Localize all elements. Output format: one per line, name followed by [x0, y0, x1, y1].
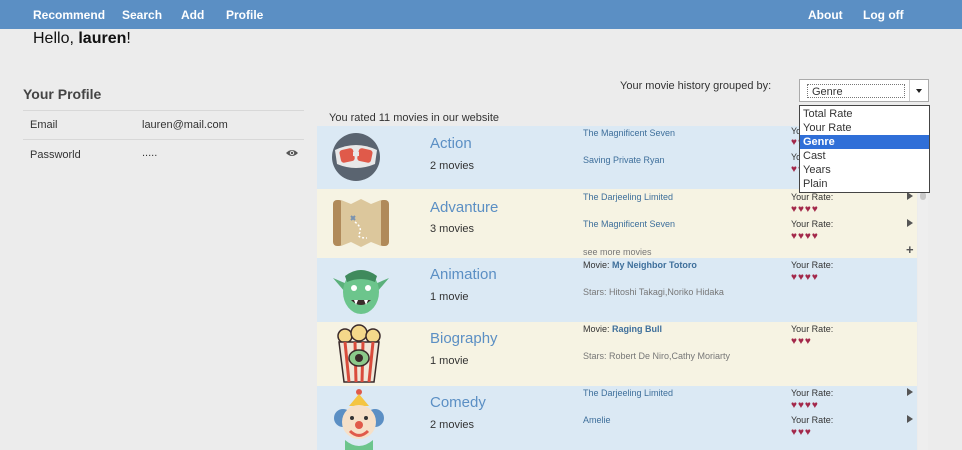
greeting-username: lauren	[78, 30, 127, 47]
genre-title[interactable]: Action	[430, 135, 472, 152]
email-value: lauren@mail.com	[142, 119, 228, 131]
rating-hearts: ♥♥♥♥	[791, 231, 819, 242]
rate-label: Your Rate:	[791, 324, 834, 334]
option-total-rate[interactable]: Total Rate	[800, 107, 929, 121]
movie-count: 1 movie	[430, 355, 469, 367]
superhero-mask-icon	[332, 133, 380, 181]
genre-title[interactable]: Biography	[430, 330, 498, 347]
movie-count: 2 movies	[430, 160, 475, 172]
genre-row-biography: Biography 1 movie Movie: Raging Bull Sta…	[317, 322, 917, 386]
see-more-link[interactable]: see more movies	[583, 247, 652, 257]
movie-info: Movie: Raging Bull	[583, 324, 662, 334]
password-label: Passworld	[30, 149, 81, 161]
play-icon[interactable]	[907, 219, 913, 227]
play-icon[interactable]	[907, 192, 913, 200]
treasure-map-icon	[333, 199, 389, 247]
greeting-suffix: !	[126, 30, 131, 47]
email-label: Email	[30, 119, 58, 131]
movie-prefix: Movie:	[583, 324, 613, 334]
divider	[23, 110, 304, 111]
play-icon[interactable]	[907, 388, 913, 396]
option-cast[interactable]: Cast	[800, 149, 929, 163]
greeting: Hello, lauren!	[33, 30, 131, 48]
top-navbar: Recommend Search Add Profile About Log o…	[0, 0, 962, 29]
movie-count: 3 movies	[430, 223, 475, 235]
movie-link[interactable]: The Darjeeling Limited	[583, 192, 673, 202]
rating-hearts: ♥♥♥	[791, 427, 812, 438]
nav-add[interactable]: Add	[181, 8, 204, 22]
group-by-dropdown: Total Rate Your Rate Genre Cast Years Pl…	[799, 105, 930, 193]
movie-count: 2 movies	[430, 419, 475, 431]
rate-label: Your Rate:	[791, 219, 834, 229]
play-icon[interactable]	[907, 415, 913, 423]
plus-icon[interactable]: +	[906, 242, 914, 257]
divider	[23, 139, 304, 140]
rating-hearts: ♥♥♥♥	[791, 272, 819, 283]
movie-link[interactable]: Raging Bull	[612, 324, 662, 334]
option-plain[interactable]: Plain	[800, 177, 929, 191]
movie-link[interactable]: Saving Private Ryan	[583, 155, 665, 165]
goblin-icon	[333, 270, 389, 314]
scrollbar-thumb[interactable]	[920, 192, 926, 200]
movie-stars: Stars: Hitoshi Takagi,Noriko Hidaka	[583, 287, 724, 297]
genre-title[interactable]: Animation	[430, 266, 497, 283]
password-value: .....	[142, 147, 158, 159]
rate-label: Your Rate:	[791, 388, 834, 398]
scrollbar[interactable]	[918, 190, 928, 450]
option-genre[interactable]: Genre	[800, 135, 929, 149]
nav-logoff[interactable]: Log off	[863, 8, 904, 22]
genre-row-animation: Animation 1 movie Movie: My Neighbor Tot…	[317, 258, 917, 322]
nav-recommend[interactable]: Recommend	[33, 8, 105, 22]
rate-label: Your Rate:	[791, 192, 834, 202]
clown-icon	[334, 389, 384, 450]
genre-row-comedy: Comedy 2 movies The Darjeeling Limited A…	[317, 386, 917, 450]
history-group-label: Your movie history grouped by:	[620, 80, 772, 92]
genre-title[interactable]: Advanture	[430, 199, 498, 216]
genre-row-advanture: Advanture 3 movies The Darjeeling Limite…	[317, 189, 917, 258]
rating-hearts: ♥♥♥	[791, 336, 812, 347]
greeting-prefix: Hello,	[33, 30, 79, 47]
rating-hearts: ♥♥♥♥	[791, 204, 819, 215]
profile-title: Your Profile	[23, 86, 102, 102]
movie-link[interactable]: My Neighbor Totoro	[612, 260, 697, 270]
genre-title[interactable]: Comedy	[430, 394, 486, 411]
movie-info: Movie: My Neighbor Totoro	[583, 260, 697, 270]
option-years[interactable]: Years	[800, 163, 929, 177]
rating-hearts: ♥♥♥♥	[791, 400, 819, 411]
group-by-select[interactable]: Genre	[799, 79, 929, 102]
nav-about[interactable]: About	[808, 8, 843, 22]
eye-icon[interactable]	[286, 148, 298, 158]
rated-summary: You rated 11 movies in our website	[329, 112, 499, 124]
movie-prefix: Movie:	[583, 260, 613, 270]
rate-label: Your Rate:	[791, 260, 834, 270]
nav-search[interactable]: Search	[122, 8, 162, 22]
movie-link[interactable]: The Darjeeling Limited	[583, 388, 673, 398]
rate-label: Your Rate:	[791, 415, 834, 425]
popcorn-icon	[337, 324, 381, 383]
chevron-down-icon[interactable]	[909, 80, 928, 101]
movie-link[interactable]: The Magnificent Seven	[583, 128, 675, 138]
movie-link[interactable]: Amelie	[583, 415, 611, 425]
option-your-rate[interactable]: Your Rate	[800, 121, 929, 135]
movie-count: 1 movie	[430, 291, 469, 303]
movie-link[interactable]: The Magnificent Seven	[583, 219, 675, 229]
nav-profile[interactable]: Profile	[226, 8, 263, 22]
movie-stars: Stars: Robert De Niro,Cathy Moriarty	[583, 351, 731, 361]
group-by-selected-value: Genre	[807, 84, 905, 98]
